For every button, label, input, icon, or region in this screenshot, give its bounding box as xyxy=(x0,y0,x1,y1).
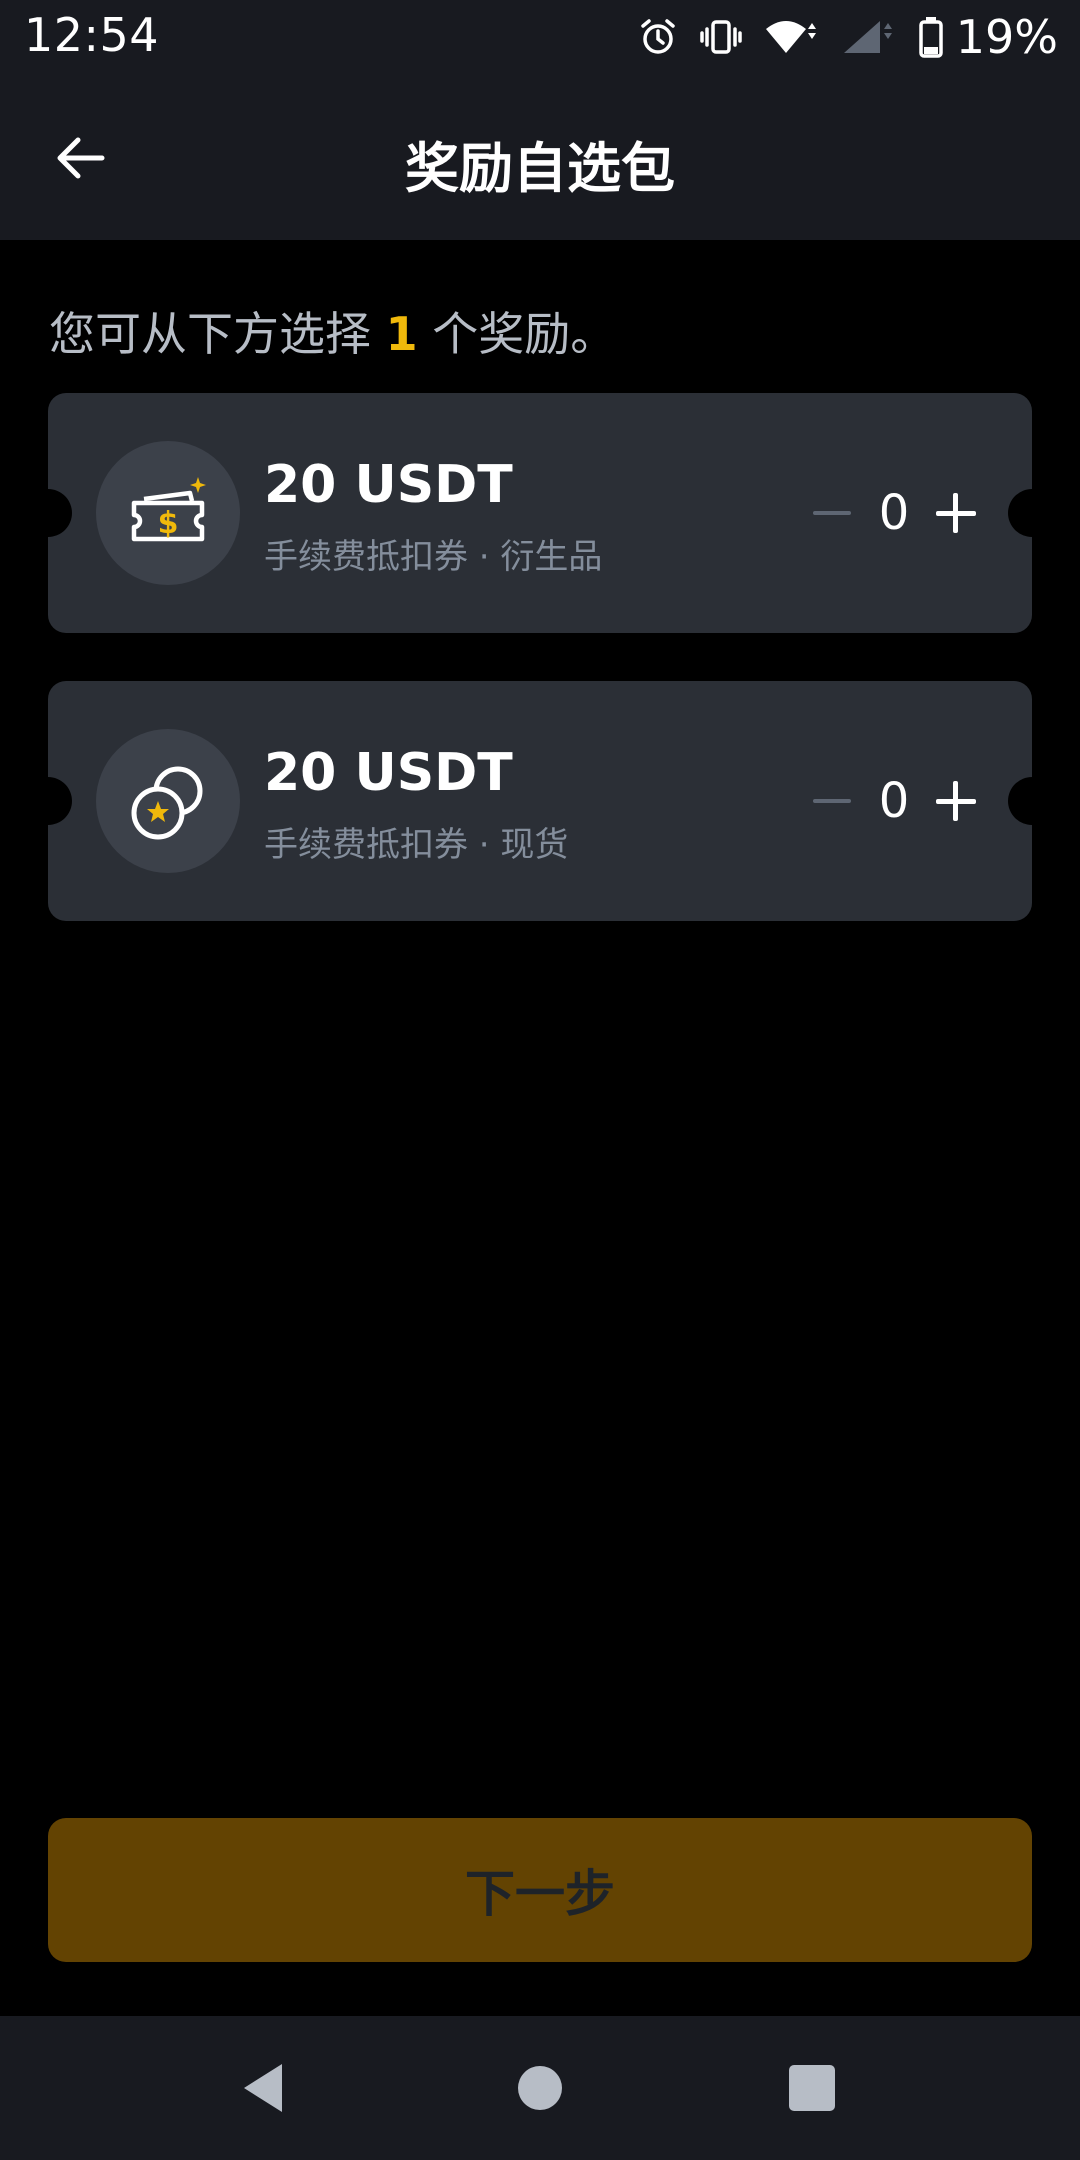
decrement-button[interactable] xyxy=(808,475,856,551)
minus-icon xyxy=(813,511,851,515)
reward-description: 手续费抵扣券 · 现货 xyxy=(264,825,569,865)
reward-description: 手续费抵扣券 · 衍生品 xyxy=(264,537,603,577)
instruction-count: 1 xyxy=(385,307,418,361)
next-step-button[interactable]: 下一步 xyxy=(48,1818,1032,1962)
card-notch xyxy=(48,777,72,825)
card-notch xyxy=(48,489,72,537)
status-time: 12:54 xyxy=(24,8,160,62)
reward-amount: 20 USDT xyxy=(264,743,513,803)
reward-icon-container xyxy=(96,729,240,873)
ticket-dollar-icon: $ xyxy=(131,477,206,542)
card-notch xyxy=(1008,777,1032,825)
recents-square-icon[interactable] xyxy=(784,2060,840,2116)
wifi-icon xyxy=(764,17,820,57)
cell-signal-icon xyxy=(842,17,896,57)
alarm-icon xyxy=(638,17,678,57)
instruction-prefix: 您可从下方选择 xyxy=(49,307,371,361)
reward-card-derivatives: $ 20 USDT 手续费抵扣券 · 衍生品 0 xyxy=(48,393,1032,633)
status-bar: 12:54 19% xyxy=(0,0,1080,74)
status-icons: 19% xyxy=(638,10,1058,64)
reward-amount: 20 USDT xyxy=(264,455,513,515)
instruction-text: 您可从下方选择 1 个奖励。 xyxy=(49,298,616,364)
decrement-button[interactable] xyxy=(808,763,856,839)
vibrate-icon xyxy=(700,17,742,57)
back-triangle-icon[interactable] xyxy=(238,2060,294,2116)
quantity-stepper: 0 xyxy=(808,475,980,551)
reward-card-spot: 20 USDT 手续费抵扣券 · 现货 0 xyxy=(48,681,1032,921)
instruction-suffix: 个奖励。 xyxy=(432,307,617,361)
battery-icon xyxy=(918,16,944,58)
increment-button[interactable] xyxy=(932,763,980,839)
page-title: 奖励自选包 xyxy=(405,137,675,200)
coins-star-icon xyxy=(131,766,203,840)
home-circle-icon[interactable] xyxy=(512,2060,568,2116)
minus-icon xyxy=(813,799,851,803)
battery-percent: 19% xyxy=(955,10,1058,64)
system-nav-bar xyxy=(0,2016,1080,2160)
quantity-value: 0 xyxy=(878,485,910,541)
quantity-value: 0 xyxy=(878,773,910,829)
quantity-stepper: 0 xyxy=(808,763,980,839)
card-notch xyxy=(1008,489,1032,537)
app-header: 奖励自选包 xyxy=(0,74,1080,240)
reward-icon-container: $ xyxy=(96,441,240,585)
increment-button[interactable] xyxy=(932,475,980,551)
svg-text:$: $ xyxy=(158,506,179,541)
